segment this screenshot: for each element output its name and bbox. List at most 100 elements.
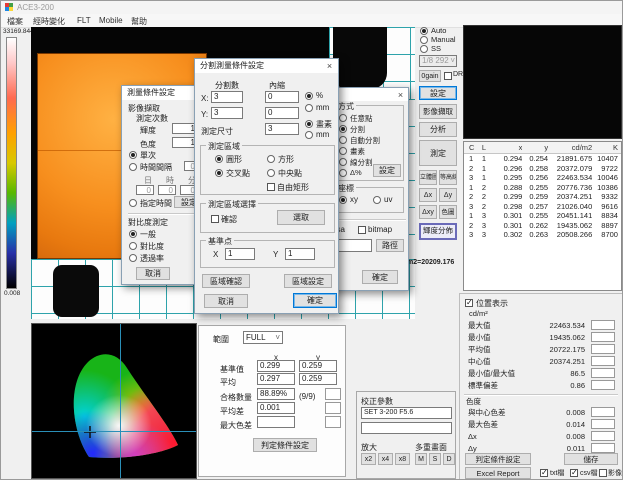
- ok-button[interactable]: 確定: [293, 293, 337, 308]
- table-row[interactable]: 130.3010.25520451.1418834: [464, 211, 621, 221]
- solid-view-button[interactable]: 立體圖: [419, 170, 437, 185]
- table-row[interactable]: 120.2880.25520776.73610386: [464, 183, 621, 193]
- day-field[interactable]: 0: [136, 185, 154, 195]
- transmit-radio[interactable]: [129, 254, 137, 262]
- calibration-value-field[interactable]: SET 3-200 F5.6: [361, 407, 452, 419]
- base-y-field[interactable]: 1: [285, 248, 315, 260]
- average-y-field[interactable]: 0.259: [299, 373, 337, 385]
- image-file-checkbox[interactable]: [599, 469, 607, 477]
- timed-radio[interactable]: [129, 199, 137, 207]
- size-pixel-radio[interactable]: [305, 120, 313, 128]
- cancel-button[interactable]: 取消: [136, 267, 170, 280]
- captured-image-thumbnail[interactable]: [463, 25, 622, 139]
- average-x-field[interactable]: 0.297: [257, 373, 295, 385]
- pick-button[interactable]: 選取: [277, 210, 325, 225]
- menu-file[interactable]: 檔案: [7, 16, 23, 27]
- menu-timelapse[interactable]: 經時變化: [33, 16, 65, 27]
- table-row[interactable]: 330.3020.26320508.2668700: [464, 230, 621, 240]
- dialog-title-bar[interactable]: 分割測量條件設定: [195, 59, 338, 73]
- coord-xy-radio[interactable]: [339, 196, 347, 204]
- hour-field[interactable]: 0: [158, 185, 176, 195]
- multi-d-button[interactable]: D: [443, 453, 455, 465]
- area-free-checkbox[interactable]: [267, 183, 275, 191]
- table-row[interactable]: 220.2990.25920374.2519332: [464, 192, 621, 202]
- reference-y-field[interactable]: 0.259: [299, 360, 337, 372]
- x-inset-field[interactable]: 0: [265, 91, 299, 103]
- method-delta-radio[interactable]: [339, 169, 347, 177]
- max-diff-field[interactable]: [257, 416, 295, 428]
- delta-y-button[interactable]: Δy: [439, 188, 457, 202]
- zoom-x8-button[interactable]: x8: [395, 453, 410, 465]
- color-map-button[interactable]: 色圖: [439, 205, 457, 219]
- exposure-auto-radio[interactable]: [420, 27, 428, 35]
- area-square-radio[interactable]: [267, 155, 275, 163]
- area-confirm-button[interactable]: 區域確認: [202, 274, 250, 288]
- size-field[interactable]: 3: [265, 123, 299, 135]
- multi-m-button[interactable]: M: [415, 453, 427, 465]
- table-row[interactable]: 320.2980.25721026.0409616: [464, 202, 621, 212]
- method-pixel-radio[interactable]: [339, 147, 347, 155]
- delta-x-button[interactable]: Δx: [419, 188, 437, 202]
- cancel-button[interactable]: 取消: [204, 294, 248, 308]
- multi-s-button[interactable]: S: [429, 453, 441, 465]
- area-circle-radio[interactable]: [215, 155, 223, 163]
- table-row[interactable]: 210.2960.25820372.0799722: [464, 164, 621, 174]
- contour-button[interactable]: 等高線: [439, 170, 457, 185]
- table-row[interactable]: 230.3010.26219435.0628897: [464, 221, 621, 231]
- measurement-table[interactable]: CLxycd/m2K 110.2940.25421891.67510407210…: [463, 141, 622, 291]
- capture-button[interactable]: 影像擷取: [419, 104, 457, 119]
- measure-button[interactable]: 測定: [419, 140, 457, 166]
- avg-diff-field[interactable]: 0.001: [257, 402, 295, 414]
- inset-percent-radio[interactable]: [305, 92, 313, 100]
- close-icon[interactable]: ×: [394, 89, 407, 101]
- excel-report-button[interactable]: Excel Report: [465, 467, 531, 479]
- csv-file-checkbox[interactable]: [570, 469, 578, 477]
- method-autosplit-radio[interactable]: [339, 136, 347, 144]
- table-row[interactable]: 310.2950.25622463.53410046: [464, 173, 621, 183]
- area-set-button[interactable]: 區域設定: [284, 274, 332, 288]
- close-icon[interactable]: ×: [323, 60, 336, 72]
- area-cross-radio[interactable]: [215, 169, 223, 177]
- zero-gain-button[interactable]: 0gain: [419, 70, 441, 82]
- method-set-button[interactable]: 設定: [373, 164, 401, 177]
- pass-count-field[interactable]: 88.89%: [257, 388, 295, 400]
- ok-button[interactable]: 確定: [362, 270, 398, 284]
- set-button[interactable]: 設定: [419, 86, 457, 100]
- table-row[interactable]: 110.2940.25421891.67510407: [464, 154, 621, 164]
- zoom-x4-button[interactable]: x4: [378, 453, 393, 465]
- area-center-radio[interactable]: [267, 169, 275, 177]
- bitmap-checkbox[interactable]: [358, 226, 366, 234]
- reference-x-field[interactable]: 0.299: [257, 360, 295, 372]
- luminance-distribution-button[interactable]: 輝度分佈: [419, 223, 457, 240]
- delta-xy-button[interactable]: Δxy: [419, 205, 437, 219]
- shutter-select[interactable]: 1/8 292 ˅: [419, 55, 457, 67]
- method-anypoint-radio[interactable]: [339, 114, 347, 122]
- x-divisions-field[interactable]: 3: [211, 91, 243, 103]
- menu-help[interactable]: 幫助: [131, 16, 147, 27]
- single-shot-radio[interactable]: [129, 151, 137, 159]
- cie-diagram-panel[interactable]: [31, 323, 197, 479]
- analyze-button[interactable]: 分析: [419, 122, 457, 137]
- normal-radio[interactable]: [129, 230, 137, 238]
- y-inset-field[interactable]: 0: [265, 107, 299, 119]
- menu-mobile[interactable]: Mobile: [99, 16, 123, 25]
- txt-file-checkbox[interactable]: [540, 469, 548, 477]
- interval-radio[interactable]: [129, 163, 137, 171]
- inset-mm-radio[interactable]: [305, 104, 313, 112]
- contrast-radio[interactable]: [129, 242, 137, 250]
- judge-settings-button[interactable]: 判定條件設定: [253, 438, 317, 452]
- coord-uv-radio[interactable]: [373, 196, 381, 204]
- method-linesplit-radio[interactable]: [339, 158, 347, 166]
- base-x-field[interactable]: 1: [225, 248, 255, 260]
- position-display-checkbox[interactable]: [465, 299, 473, 307]
- y-divisions-field[interactable]: 3: [211, 107, 243, 119]
- range-select[interactable]: FULL ˅: [243, 331, 283, 344]
- save-button[interactable]: 儲存: [564, 453, 618, 465]
- menu-flt[interactable]: FLT: [77, 16, 91, 25]
- exposure-manual-radio[interactable]: [420, 36, 428, 44]
- path-button[interactable]: 路徑: [376, 239, 404, 252]
- size-mm-radio[interactable]: [305, 131, 313, 139]
- dr-checkbox[interactable]: [444, 72, 452, 80]
- method-split-radio[interactable]: [339, 125, 347, 133]
- confirm-checkbox[interactable]: [211, 215, 219, 223]
